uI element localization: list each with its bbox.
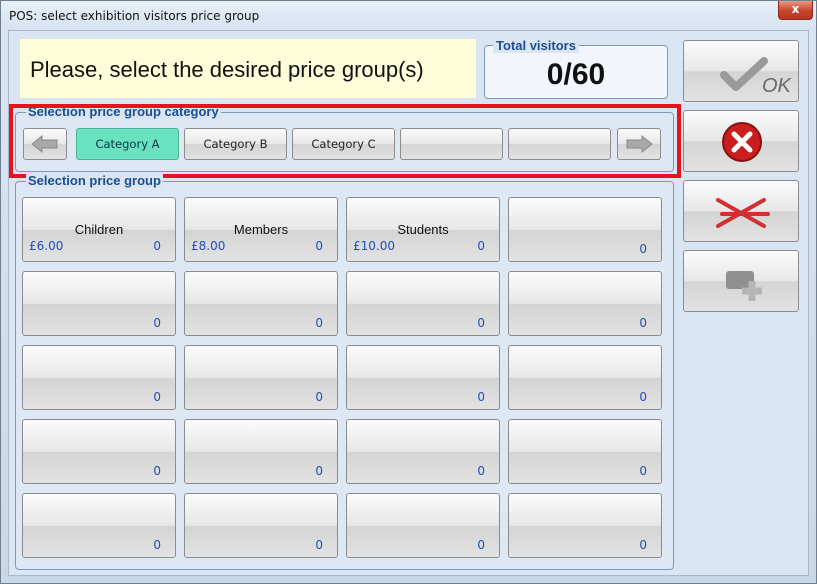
- category-a-button[interactable]: Category A: [76, 128, 179, 160]
- tile-count: 0: [639, 242, 647, 256]
- add-icon: [726, 271, 762, 301]
- price-group-tile[interactable]: 0: [22, 271, 176, 336]
- category-empty-button-4[interactable]: [400, 128, 503, 160]
- clear-selection-button[interactable]: [683, 180, 799, 242]
- tile-count: 0: [477, 538, 485, 552]
- arrow-left-icon: [31, 134, 58, 154]
- arrow-right-icon: [626, 134, 653, 154]
- price-group-tile[interactable]: 0: [184, 419, 338, 484]
- tile-count: 0: [315, 390, 323, 404]
- tile-count: 0: [477, 316, 485, 330]
- tile-price: £8.00: [191, 239, 226, 253]
- price-group-tile[interactable]: Students £10.00 0: [346, 197, 500, 262]
- tile-count: 0: [315, 538, 323, 552]
- tile-count: 0: [153, 239, 161, 253]
- window-close-button[interactable]: x: [778, 1, 813, 20]
- price-group-tile[interactable]: 0: [22, 419, 176, 484]
- tile-count: 0: [477, 390, 485, 404]
- category-b-button[interactable]: Category B: [184, 128, 287, 160]
- tile-count: 0: [153, 464, 161, 478]
- tile-count: 0: [639, 390, 647, 404]
- tile-price: £6.00: [29, 239, 64, 253]
- price-group-tile[interactable]: 0: [22, 493, 176, 558]
- price-group-label: Selection price group: [26, 173, 163, 188]
- ok-label: OK: [762, 75, 791, 97]
- price-group-tile[interactable]: 0: [22, 345, 176, 410]
- tile-count: 0: [153, 538, 161, 552]
- price-group-tile[interactable]: 0: [346, 419, 500, 484]
- price-group-tile[interactable]: 0: [184, 345, 338, 410]
- price-group-tile[interactable]: 0: [508, 271, 662, 336]
- tile-count: 0: [477, 239, 485, 253]
- clear-selection-icon: [716, 198, 770, 228]
- tile-count: 0: [315, 464, 323, 478]
- cancel-icon: [722, 122, 762, 162]
- price-group-tile[interactable]: 0: [346, 493, 500, 558]
- price-group-tile[interactable]: 0: [508, 493, 662, 558]
- tile-count: 0: [639, 316, 647, 330]
- category-empty-button-5[interactable]: [508, 128, 611, 160]
- tile-name: Children: [74, 222, 124, 237]
- tile-count: 0: [315, 239, 323, 253]
- window-title: POS: select exhibition visitors price gr…: [9, 9, 260, 23]
- tile-count: 0: [153, 390, 161, 404]
- total-visitors-value: 0/60: [546, 58, 606, 91]
- price-group-tile[interactable]: 0: [508, 345, 662, 410]
- price-group-tile[interactable]: 0: [346, 271, 500, 336]
- price-group-tile[interactable]: Members £8.00 0: [184, 197, 338, 262]
- ok-button[interactable]: OK: [683, 40, 799, 102]
- instruction-panel: Please, select the desired price group(s…: [20, 39, 476, 98]
- tile-count: 0: [639, 464, 647, 478]
- title-bar: POS: select exhibition visitors price gr…: [1, 1, 816, 31]
- tile-name: Members: [233, 222, 289, 237]
- tile-name: Students: [397, 222, 449, 237]
- price-group-tile[interactable]: 0: [346, 345, 500, 410]
- tile-count: 0: [315, 316, 323, 330]
- tile-count: 0: [477, 464, 485, 478]
- total-visitors-box: Total visitors 0/60: [484, 38, 668, 99]
- price-group-tile[interactable]: 0: [508, 197, 662, 262]
- instruction-text: Please, select the desired price group(s…: [30, 57, 424, 82]
- category-c-button[interactable]: Category C: [292, 128, 395, 160]
- cancel-button[interactable]: [683, 110, 799, 172]
- tile-count: 0: [153, 316, 161, 330]
- price-group-tile[interactable]: 0: [508, 419, 662, 484]
- category-next-button[interactable]: [617, 128, 661, 160]
- add-button[interactable]: [683, 250, 799, 312]
- category-prev-button[interactable]: [23, 128, 67, 160]
- tile-count: 0: [639, 538, 647, 552]
- price-group-tile[interactable]: 0: [184, 493, 338, 558]
- price-group-tile[interactable]: 0: [184, 271, 338, 336]
- total-visitors-label: Total visitors: [493, 38, 579, 53]
- tile-price: £10.00: [353, 239, 395, 253]
- price-group-tile[interactable]: Children £6.00 0: [22, 197, 176, 262]
